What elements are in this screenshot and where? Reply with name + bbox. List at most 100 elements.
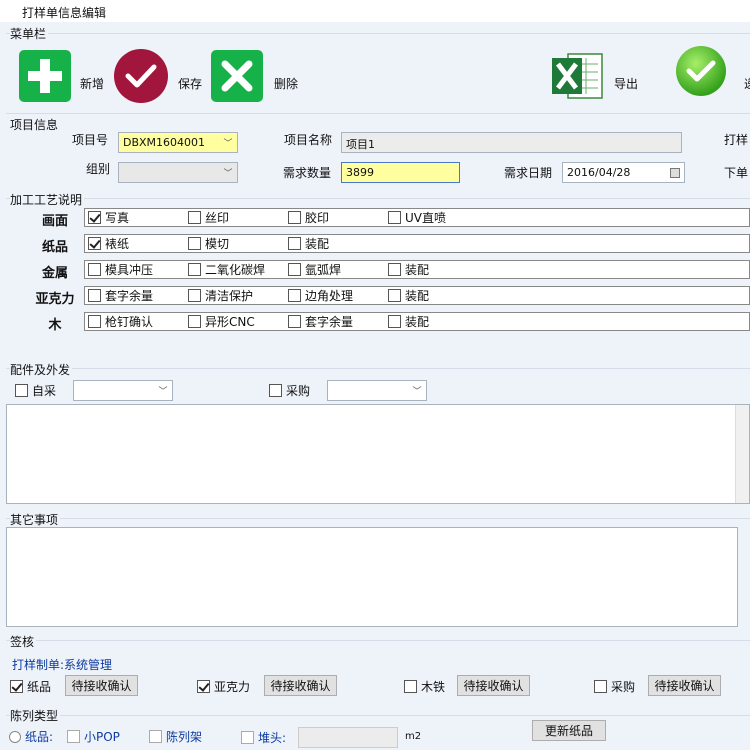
checkbox-box[interactable]	[188, 237, 201, 250]
menu-divider	[6, 33, 750, 34]
process-group-label: 加工工艺说明	[10, 191, 85, 208]
checkbox-box[interactable]	[188, 315, 201, 328]
self-purchase-label: 自采	[32, 384, 57, 398]
checkbox-box[interactable]	[188, 211, 201, 224]
process-checkbox[interactable]: 套字余量	[88, 286, 153, 305]
purchase-checkbox[interactable]: 采购	[269, 381, 310, 400]
process-checkbox[interactable]: 胶印	[288, 208, 329, 227]
sign-checkbox[interactable]: 采购	[594, 677, 635, 696]
checkbox-box[interactable]	[67, 730, 80, 743]
purchase-combo[interactable]: ﹀	[327, 380, 427, 401]
maker-info: 打样制单:系统管理	[12, 656, 112, 673]
pending-confirm-button[interactable]: 待接收确认	[457, 675, 530, 696]
process-checkbox[interactable]: 二氧化碳焊	[188, 260, 265, 279]
checkbox-box[interactable]	[88, 237, 101, 250]
radio-button[interactable]	[9, 730, 21, 743]
checkbox-box[interactable]	[388, 315, 401, 328]
group-combo[interactable]: ﹀	[118, 162, 238, 183]
checkbox-box[interactable]	[288, 237, 301, 250]
checkbox-box[interactable]	[288, 211, 301, 224]
sign-checkbox[interactable]: 亚克力	[197, 677, 250, 696]
checkbox-box[interactable]	[88, 289, 101, 302]
checkbox-box[interactable]	[88, 263, 101, 276]
pending-confirm-button[interactable]: 待接收确认	[264, 675, 337, 696]
checkbox-box[interactable]	[404, 680, 417, 693]
calendar-icon[interactable]	[666, 163, 684, 182]
head-checkbox[interactable]: 堆头:	[241, 728, 286, 747]
process-option-label: 装配	[405, 315, 430, 329]
process-checkbox[interactable]: 边角处理	[288, 286, 353, 305]
checkbox-box[interactable]	[188, 263, 201, 276]
proof-label: 打样	[724, 133, 749, 147]
add-button[interactable]	[19, 50, 71, 102]
checkbox-box[interactable]	[288, 289, 301, 302]
sign-checkbox[interactable]: 纸品	[10, 677, 51, 696]
checkbox-box[interactable]	[388, 263, 401, 276]
process-checkbox[interactable]: 清洁保护	[188, 286, 253, 305]
pending-confirm-button[interactable]: 待接收确认	[65, 675, 138, 696]
chevron-down-icon[interactable]: ﹀	[219, 133, 237, 152]
small-pop-checkbox[interactable]: 小POP	[67, 727, 120, 746]
maker-label: 打样制单:	[12, 658, 65, 672]
project-name-field[interactable]: 项目1	[341, 132, 682, 153]
purchase-label: 采购	[286, 384, 311, 398]
parts-scrollbar[interactable]	[735, 405, 749, 503]
process-checkbox[interactable]: 模具冲压	[88, 260, 153, 279]
save-button[interactable]	[114, 49, 168, 103]
checkbox-box[interactable]	[149, 730, 162, 743]
rack-checkbox[interactable]: 陈列架	[149, 727, 202, 746]
confirm-button[interactable]	[676, 46, 726, 96]
checkbox-box[interactable]	[388, 289, 401, 302]
self-purchase-checkbox[interactable]: 自采	[15, 381, 56, 400]
self-purchase-combo[interactable]: ﹀	[73, 380, 173, 401]
project-name-value: 项目1	[346, 138, 375, 151]
process-checkbox[interactable]: 装配	[388, 286, 429, 305]
checkbox-box[interactable]	[88, 315, 101, 328]
process-checkbox[interactable]: 装配	[388, 260, 429, 279]
process-checkbox[interactable]: 装配	[388, 312, 429, 331]
process-checkbox[interactable]: 异形CNC	[188, 312, 255, 331]
pending-confirm-button[interactable]: 待接收确认	[648, 675, 721, 696]
chevron-down-icon[interactable]: ﹀	[219, 163, 237, 182]
display-divider	[6, 715, 750, 716]
process-checkbox[interactable]: 模切	[188, 234, 229, 253]
other-textarea[interactable]	[6, 527, 738, 627]
checkbox-box[interactable]	[88, 211, 101, 224]
save-button-label: 保存	[178, 77, 203, 91]
process-checkbox[interactable]: 套字余量	[288, 312, 353, 331]
chevron-down-icon[interactable]: ﹀	[408, 381, 426, 400]
process-checkbox[interactable]: 装配	[288, 234, 329, 253]
checkbox-box[interactable]	[10, 680, 23, 693]
export-button[interactable]	[550, 50, 604, 102]
checkbox-box[interactable]	[288, 263, 301, 276]
paper-radio[interactable]: 纸品:	[9, 727, 53, 746]
checkbox-box[interactable]	[388, 211, 401, 224]
project-id-combo[interactable]: DBXM1604001 ﹀	[118, 132, 238, 153]
process-option-label: 装配	[405, 289, 430, 303]
small-pop-label: 小POP	[84, 730, 120, 744]
date-picker[interactable]: 2016/04/28	[562, 162, 685, 183]
checkbox-box[interactable]	[269, 384, 282, 397]
process-checkbox[interactable]: 枪钉确认	[88, 312, 153, 331]
process-checkbox[interactable]: 写真	[88, 208, 129, 227]
process-option-label: 装配	[305, 237, 330, 251]
checkbox-box[interactable]	[15, 384, 28, 397]
checkbox-box[interactable]	[241, 731, 254, 744]
process-checkbox[interactable]: 丝印	[188, 208, 229, 227]
sign-checkbox[interactable]: 木铁	[404, 677, 445, 696]
delete-button[interactable]	[211, 50, 263, 102]
qty-field[interactable]: 3899	[341, 162, 460, 183]
checkbox-box[interactable]	[188, 289, 201, 302]
checkbox-box[interactable]	[288, 315, 301, 328]
parts-textarea[interactable]	[6, 404, 750, 504]
process-checkbox[interactable]: 氩弧焊	[288, 260, 341, 279]
plus-icon	[28, 59, 62, 93]
checkbox-box[interactable]	[197, 680, 210, 693]
process-checkbox[interactable]: 裱纸	[88, 234, 129, 253]
chevron-down-icon[interactable]: ﹀	[154, 381, 172, 400]
process-checkbox[interactable]: UV直喷	[388, 208, 446, 227]
head-field[interactable]	[298, 727, 398, 748]
checkbox-box[interactable]	[594, 680, 607, 693]
update-paper-button[interactable]: 更新纸品	[532, 720, 606, 741]
sign-item-label: 木铁	[421, 680, 446, 694]
